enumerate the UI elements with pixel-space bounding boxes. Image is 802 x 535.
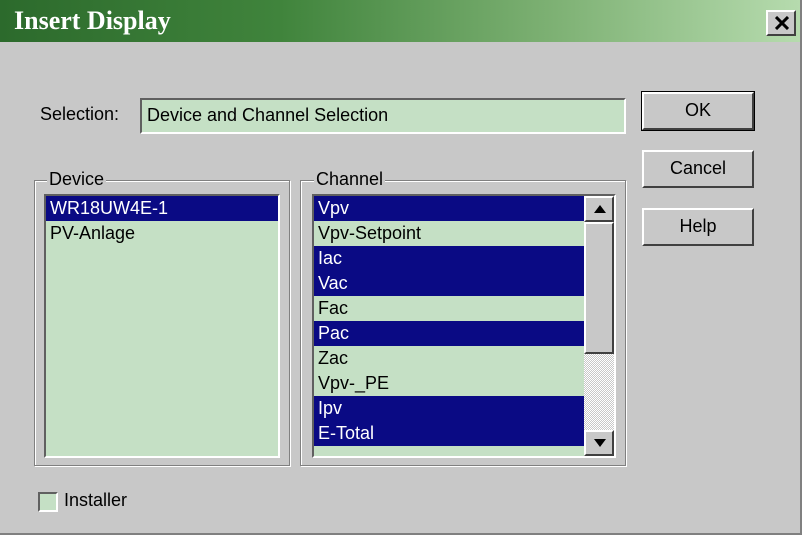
channel-list-item[interactable]: E-Total [314,421,614,446]
arrow-down-icon [594,439,606,447]
ok-button[interactable]: OK [641,91,755,131]
dialog-title: Insert Display [14,6,171,35]
installer-checkbox[interactable] [38,492,58,512]
channel-list-item[interactable]: Vpv-_PE [314,371,614,396]
channel-list-item[interactable]: Pac [314,321,614,346]
device-list[interactable]: WR18UW4E-1 PV-Anlage [44,194,280,458]
scroll-down-button[interactable] [584,430,614,456]
insert-display-dialog: Insert Display Selection: Device and Cha… [0,0,802,535]
channel-scrollbar[interactable] [584,196,614,456]
selection-label: Selection: [40,104,120,124]
channel-list-item[interactable]: Vac [314,271,614,296]
help-button[interactable]: Help [642,208,754,246]
installer-label: Installer [64,490,128,510]
channel-list-item[interactable]: Vpv [314,196,614,221]
arrow-up-icon [594,205,606,213]
close-icon [775,16,789,30]
channel-list[interactable]: Vpv Vpv-Setpoint Iac Vac Fac Pac Zac Vpv… [312,194,616,458]
device-legend: Device [47,168,107,190]
channel-legend: Channel [314,168,386,190]
channel-list-item[interactable]: Iac [314,246,614,271]
channel-list-item[interactable]: Zac [314,346,614,371]
channel-list-item[interactable]: Fac [314,296,614,321]
channel-list-item[interactable]: Ipv [314,396,614,421]
scroll-thumb[interactable] [584,222,614,354]
selection-field[interactable]: Device and Channel Selection [140,98,626,134]
cancel-button[interactable]: Cancel [642,150,754,188]
scroll-up-button[interactable] [584,196,614,222]
device-list-item[interactable]: WR18UW4E-1 [46,196,278,221]
device-list-item[interactable]: PV-Anlage [46,221,278,246]
title-bar: Insert Display [0,0,800,42]
close-button[interactable] [766,10,796,36]
channel-list-item[interactable]: Vpv-Setpoint [314,221,614,246]
